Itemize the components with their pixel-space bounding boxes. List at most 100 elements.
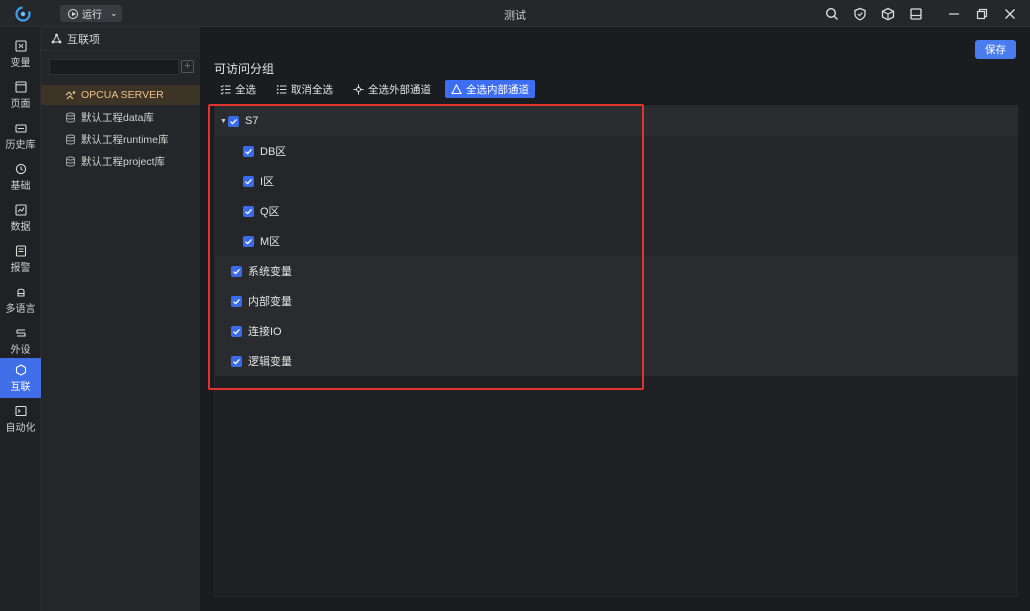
group-row-m[interactable]: M区 (215, 226, 1018, 256)
row-label: 系统变量 (248, 266, 292, 278)
nav-label: 基础 (10, 180, 31, 192)
tree-item-label: OPCUA SERVER (81, 89, 164, 101)
checkbox[interactable] (243, 205, 254, 217)
nav-label: 数据 (10, 221, 31, 233)
nav-item-data[interactable]: 数据 (0, 198, 41, 238)
nav-label: 外设 (10, 344, 31, 356)
checkbox[interactable] (231, 355, 242, 367)
main-content: 保存 可访问分组 全选 取消全选 全选外部通道 全选内部通道 ▼ S7 DB区 (200, 27, 1030, 611)
add-item-icon[interactable]: + (181, 60, 194, 73)
channel-group-list: ▼ S7 DB区 I区 Q区 M区 系统变量 内部变量 连接IO 逻辑变量 (214, 105, 1018, 597)
expand-caret-icon[interactable]: ▼ (220, 118, 228, 125)
group-row-system-vars[interactable]: 系统变量 (215, 256, 1018, 286)
interconnect-tree-panel: 互联项 + OPCUA SERVER 默认工程data库 默认工程runtime… (41, 27, 200, 611)
deselect-all-button[interactable]: 取消全选 (270, 80, 339, 98)
select-internal-label: 全选内部通道 (466, 83, 529, 96)
select-all-button[interactable]: 全选 (214, 80, 262, 98)
nav-label: 多语言 (5, 303, 36, 315)
interconnect-icon (15, 363, 26, 376)
language-icon (16, 288, 25, 297)
nav-item-history[interactable]: 历史库 (0, 116, 41, 156)
group-row-i[interactable]: I区 (215, 166, 1018, 196)
row-label: Q区 (260, 206, 280, 218)
nav-label: 报警 (10, 262, 31, 274)
row-label: 内部变量 (248, 296, 292, 308)
tree-item-opcua-server[interactable]: OPCUA SERVER (41, 85, 200, 105)
nav-label: 变量 (10, 57, 31, 69)
nav-item-variables[interactable]: 变量 (0, 34, 41, 74)
tree-item-data-db[interactable]: 默认工程data库 (41, 107, 200, 127)
database-icon (66, 112, 75, 122)
row-label: I区 (260, 176, 275, 188)
row-label: 逻辑变量 (248, 356, 292, 368)
group-row-q[interactable]: Q区 (215, 196, 1018, 226)
title-bar: 运行 ⌄ 测试 (0, 0, 1030, 27)
close-icon[interactable] (996, 0, 1024, 27)
tree-panel-title: 互联项 (67, 33, 100, 46)
checkbox[interactable] (231, 295, 242, 307)
nav-label: 历史库 (5, 139, 36, 151)
nav-label: 互联 (10, 381, 31, 393)
nav-item-alarm[interactable]: 报警 (0, 239, 41, 279)
save-disk-icon[interactable] (902, 0, 930, 27)
history-icon (14, 123, 27, 133)
select-internal-channels-button[interactable]: 全选内部通道 (445, 80, 535, 98)
checkbox[interactable] (243, 235, 254, 247)
nav-item-peripheral[interactable]: 外设 (0, 321, 41, 361)
select-external-label: 全选外部通道 (368, 83, 431, 96)
basic-icon (15, 163, 26, 174)
list-icon (276, 84, 287, 94)
tree-item-project-db[interactable]: 默认工程project库 (41, 151, 200, 171)
checkbox[interactable] (243, 175, 254, 187)
alarm-icon (15, 244, 26, 257)
deselect-all-label: 取消全选 (291, 83, 333, 96)
search-icon[interactable] (818, 0, 846, 27)
nav-item-language[interactable]: 多语言 (0, 280, 41, 320)
tree-panel-header: 互联项 (41, 27, 200, 51)
external-channel-icon (353, 84, 364, 94)
tree-item-runtime-db[interactable]: 默认工程runtime库 (41, 129, 200, 149)
checkbox[interactable] (231, 325, 242, 337)
tree-item-label: 默认工程data库 (81, 111, 154, 124)
select-all-label: 全选 (235, 83, 256, 96)
checkbox[interactable] (231, 265, 242, 277)
opcua-icon (65, 90, 76, 99)
left-navigation: 变量 页面 历史库 基础 数据 报警 多语言 外设 互联 自动化 (0, 27, 41, 611)
accessible-groups-title: 可访问分组 (214, 62, 275, 76)
row-label: 连接IO (248, 326, 282, 338)
select-external-channels-button[interactable]: 全选外部通道 (347, 80, 437, 98)
restore-icon[interactable] (968, 0, 996, 27)
selection-toolbar: 全选 取消全选 全选外部通道 全选内部通道 (214, 80, 543, 98)
group-row-logic-vars[interactable]: 逻辑变量 (215, 346, 1018, 376)
nav-label: 页面 (10, 98, 31, 110)
group-row-db[interactable]: DB区 (215, 136, 1018, 166)
cube-icon[interactable] (874, 0, 902, 27)
checkbox[interactable] (243, 145, 254, 157)
automation-icon (14, 405, 27, 416)
tree-item-label: 默认工程project库 (81, 155, 166, 168)
checkbox[interactable] (228, 115, 239, 127)
database-icon (66, 156, 75, 166)
nav-item-automation[interactable]: 自动化 (0, 399, 41, 439)
internal-channel-icon (451, 83, 462, 94)
minimize-icon[interactable] (940, 0, 968, 27)
nav-label: 自动化 (5, 422, 36, 434)
data-icon (14, 203, 27, 216)
page-icon (14, 80, 27, 93)
group-row-s7[interactable]: ▼ S7 (215, 106, 1018, 136)
nav-item-interconnect[interactable]: 互联 (0, 358, 41, 398)
database-icon (66, 134, 75, 144)
nav-item-pages[interactable]: 页面 (0, 75, 41, 115)
row-label: S7 (245, 115, 259, 127)
row-label: M区 (260, 236, 281, 248)
peripheral-icon (15, 328, 26, 337)
group-row-connect-io[interactable]: 连接IO (215, 316, 1018, 346)
group-row-internal-vars[interactable]: 内部变量 (215, 286, 1018, 316)
nav-item-basic[interactable]: 基础 (0, 157, 41, 197)
network-icon (51, 33, 62, 44)
tree-search-input[interactable] (49, 59, 179, 75)
tree-item-label: 默认工程runtime库 (81, 133, 169, 146)
variable-icon (14, 39, 27, 52)
shield-icon[interactable] (846, 0, 874, 27)
save-button[interactable]: 保存 (975, 40, 1016, 59)
